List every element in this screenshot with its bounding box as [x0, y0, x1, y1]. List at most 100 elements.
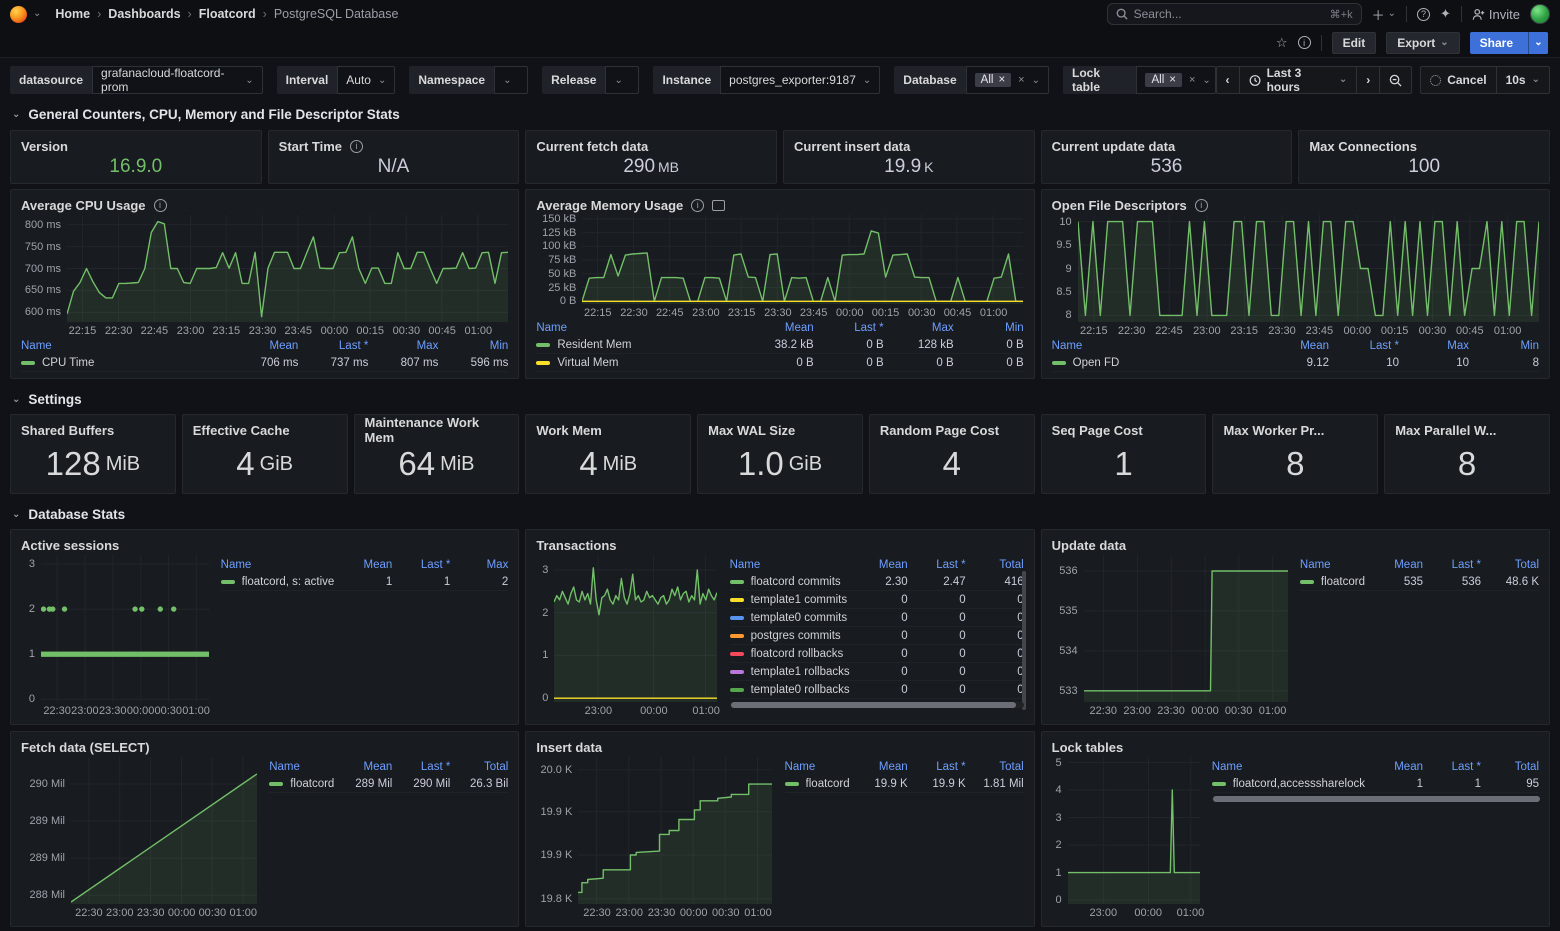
variable-namespace[interactable]: Namespace ⌄	[409, 66, 529, 94]
legend-col-name[interactable]: Name	[221, 559, 335, 571]
invite-button[interactable]: Invite	[1472, 7, 1520, 22]
dashboard-info-icon[interactable]: i	[1297, 36, 1311, 49]
variable-value-picker[interactable]: postgres_exporter:9187 ⌄	[720, 66, 881, 94]
edit-button[interactable]: Edit	[1331, 31, 1377, 54]
help-icon[interactable]: ?	[1417, 7, 1431, 21]
series-name[interactable]: floatcord	[290, 778, 334, 790]
chevron-down-icon[interactable]: ⌄	[33, 9, 41, 19]
panel-title[interactable]: Fetch data (SELECT)	[21, 737, 508, 757]
legend-col-last[interactable]: Last *	[298, 340, 368, 352]
refresh-interval-picker[interactable]: 10s ⌄	[1497, 67, 1549, 93]
legend-col-last[interactable]: Last *	[1423, 761, 1481, 773]
ai-assistant-icon[interactable]: ✦	[1440, 6, 1451, 22]
legend-col-total[interactable]: Total	[966, 761, 1023, 773]
panel-title[interactable]: Average Memory Usage i	[536, 195, 1023, 215]
section-general-counters[interactable]: ⌄ General Counters, CPU, Memory and File…	[12, 107, 1550, 122]
legend-col-total[interactable]: Total	[450, 761, 508, 773]
time-shift-forward-button[interactable]: ›	[1357, 67, 1381, 93]
sessions-chart[interactable]: 3 2 1 0 22:30 23:00 23:30 00:00 00:30 01:00	[21, 555, 210, 718]
time-range-picker[interactable]: Last 3 hours ⌄	[1240, 66, 1358, 94]
fd-chart[interactable]: 10 9.5 9 8.5 8 22:15 22:30 22:45 23:00 23:15 23:30…	[1052, 215, 1539, 338]
legend-col-last[interactable]: Last *	[908, 559, 965, 571]
legend-col-mean[interactable]: Mean	[228, 340, 299, 352]
section-database-stats[interactable]: ⌄ Database Stats	[12, 507, 1550, 522]
cpu-chart[interactable]: 800 ms 750 ms 700 ms 650 ms 600 ms 22:15 22:30…	[21, 215, 508, 338]
variable-value-picker[interactable]: ⌄	[605, 66, 640, 94]
series-name[interactable]: Virtual Mem	[557, 357, 743, 369]
variable-interval[interactable]: Interval Auto ⌄	[276, 66, 396, 94]
variable-value-picker[interactable]: All × × ⌄	[965, 66, 1049, 94]
section-settings[interactable]: ⌄ Settings	[12, 392, 1550, 407]
legend-col-last[interactable]: Last *	[814, 322, 883, 334]
legend-col-mean[interactable]: Mean	[1259, 340, 1329, 352]
info-icon[interactable]: i	[1194, 198, 1208, 212]
legend-col-mean[interactable]: Mean	[850, 761, 908, 773]
legend-col-total[interactable]: Total	[1481, 559, 1539, 571]
legend-col-name[interactable]: Name	[1300, 559, 1365, 571]
legend-col-max[interactable]: Max	[1399, 340, 1469, 352]
clear-icon[interactable]: ×	[1189, 74, 1195, 86]
panel-title[interactable]: Update data	[1052, 535, 1539, 555]
favorite-star-icon[interactable]: ☆	[1276, 35, 1288, 51]
series-name[interactable]: template0 commits	[751, 612, 850, 624]
series-name[interactable]: CPU Time	[42, 357, 228, 369]
variable-release[interactable]: Release ⌄	[542, 66, 640, 94]
legend-col-mean[interactable]: Mean	[1365, 559, 1423, 571]
breadcrumb-item-floatcord[interactable]: Floatcord	[199, 7, 256, 21]
legend-horizontal-scrollbar[interactable]	[729, 702, 1024, 708]
legend-col-name[interactable]: Name	[1052, 340, 1259, 352]
legend-col-name[interactable]: Name	[21, 340, 228, 352]
series-name[interactable]: floatcord, s: active	[242, 576, 335, 588]
breadcrumb-item-dashboards[interactable]: Dashboards	[108, 7, 180, 21]
series-name[interactable]: floatcord	[806, 778, 850, 790]
grafana-logo-icon[interactable]	[10, 5, 27, 23]
series-name[interactable]: template0 rollbacks	[751, 684, 850, 696]
search-input[interactable]: Search... ⌘+k	[1106, 3, 1362, 25]
legend-col-min[interactable]: Min	[438, 340, 509, 352]
legend-col-name[interactable]: Name	[1212, 761, 1365, 773]
variable-value-picker[interactable]: All × × ⌄	[1136, 66, 1216, 94]
legend-col-total[interactable]: Total	[966, 559, 1023, 571]
fetch-chart[interactable]: 290 Mil 289 Mil 289 Mil 288 Mil 22:30 23:00 23…	[21, 757, 257, 920]
value-tag[interactable]: All ×	[1145, 73, 1182, 87]
series-name[interactable]: template1 commits	[751, 594, 850, 606]
legend-col-last[interactable]: Last *	[908, 761, 965, 773]
legend-col-name[interactable]: Name	[785, 761, 850, 773]
legend-col-max[interactable]: Max	[450, 559, 509, 571]
breadcrumb-item-home[interactable]: Home	[55, 7, 90, 21]
legend-col-min[interactable]: Min	[1469, 340, 1539, 352]
lock-chart[interactable]: 5 4 3 2 1 0 23:00 00:00 01:00	[1052, 757, 1205, 920]
series-name[interactable]: Open FD	[1073, 357, 1259, 369]
panel-title[interactable]: Active sessions	[21, 535, 508, 555]
legend-col-max[interactable]: Max	[368, 340, 439, 352]
transactions-chart[interactable]: 3 2 1 0 23:00 00:00 01:00	[536, 555, 720, 718]
panel-title[interactable]: Open File Descriptors i	[1052, 195, 1539, 215]
series-name[interactable]: floatcord rollbacks	[751, 648, 850, 660]
memory-chart[interactable]: 150 kB 125 kB 100 kB 75 kB 50 kB 25 kB 0 B 22:1…	[536, 213, 1024, 320]
legend-col-mean[interactable]: Mean	[850, 559, 908, 571]
zoom-out-button[interactable]	[1380, 67, 1411, 93]
series-name[interactable]: postgres commits	[751, 630, 850, 642]
insert-chart[interactable]: 20.0 K 19.9 K 19.9 K 19.8 K 22:30 23:00 23:30 0…	[536, 757, 773, 920]
legend-col-name[interactable]: Name	[536, 322, 743, 334]
refresh-cancel-button[interactable]: Cancel	[1421, 67, 1497, 93]
share-button[interactable]: Share ⌄	[1469, 31, 1548, 54]
variable-instance[interactable]: Instance postgres_exporter:9187 ⌄	[653, 66, 881, 94]
variable-value-picker[interactable]: grafanacloud-floatcord-prom ⌄	[92, 66, 263, 94]
legend-col-mean[interactable]: Mean	[744, 322, 814, 334]
update-chart[interactable]: 536 535 534 533 22:30 23:00 23:30 00:00 00:30 01:…	[1052, 555, 1288, 718]
export-button[interactable]: Export ⌄	[1386, 31, 1460, 54]
clear-icon[interactable]: ×	[1018, 74, 1024, 86]
panel-title[interactable]: Insert data	[536, 737, 1023, 757]
series-name[interactable]: template1 rollbacks	[751, 666, 850, 678]
variable-value-picker[interactable]: Auto ⌄	[337, 66, 396, 94]
legend-col-total[interactable]: Total	[1481, 761, 1539, 773]
remove-tag-icon[interactable]: ×	[1169, 74, 1176, 86]
panel-title[interactable]: Lock tables	[1052, 737, 1539, 757]
legend-col-mean[interactable]: Mean	[334, 559, 393, 571]
legend-col-max[interactable]: Max	[884, 322, 954, 334]
info-icon[interactable]: i	[350, 139, 363, 153]
variable-lock-table[interactable]: Lock table All × × ⌄	[1063, 66, 1216, 94]
legend-col-mean[interactable]: Mean	[1365, 761, 1423, 773]
series-name[interactable]: floatcord commits	[751, 576, 850, 588]
